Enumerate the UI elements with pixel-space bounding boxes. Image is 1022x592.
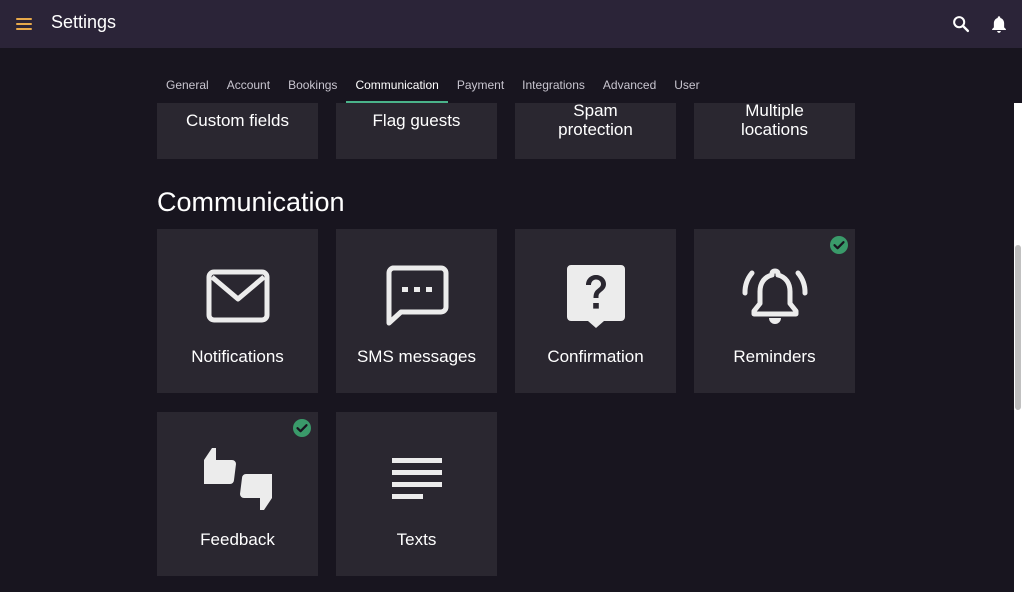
top-app-bar: Settings: [0, 0, 1022, 48]
card-label: Feedback: [200, 530, 275, 549]
custom-fields-card[interactable]: Custom fields: [157, 103, 318, 159]
search-icon[interactable]: [950, 13, 972, 35]
tab-account[interactable]: Account: [218, 70, 279, 103]
confirmation-card[interactable]: Confirmation: [515, 229, 676, 393]
flag-guests-card[interactable]: Flag guests: [336, 103, 497, 159]
settings-content: Custom fields Flag guests Spam protectio…: [0, 103, 1014, 592]
notifications-card[interactable]: Notifications: [157, 229, 318, 393]
reminders-card[interactable]: Reminders: [694, 229, 855, 393]
settings-tabs: General Account Bookings Communication P…: [157, 70, 709, 103]
card-label: SMS messages: [356, 347, 477, 366]
check-circle-icon: [830, 236, 848, 254]
check-circle-icon: [293, 419, 311, 437]
tab-payment[interactable]: Payment: [448, 70, 513, 103]
alarm-bell-icon: [742, 268, 807, 324]
tab-user[interactable]: User: [665, 70, 708, 103]
tab-integrations[interactable]: Integrations: [513, 70, 594, 103]
spam-protection-card[interactable]: Spam protection: [515, 103, 676, 159]
card-label-line2: locations: [740, 120, 809, 139]
envelope-icon: [206, 269, 269, 323]
card-label-line2: protection: [558, 120, 633, 139]
texts-card[interactable]: Texts: [336, 412, 497, 576]
tab-general[interactable]: General: [157, 70, 218, 103]
multiple-locations-card[interactable]: Multiple locations: [694, 103, 855, 159]
section-title-communication: Communication: [157, 187, 345, 217]
vertical-scrollbar[interactable]: [1014, 103, 1022, 592]
notification-bell-icon[interactable]: [988, 13, 1010, 35]
card-label: Reminders: [733, 347, 816, 366]
message-icon: [386, 265, 448, 326]
card-label: Custom fields: [186, 111, 289, 130]
sms-messages-card[interactable]: SMS messages: [336, 229, 497, 393]
scrollbar-thumb[interactable]: [1015, 245, 1021, 410]
page-title: Settings: [51, 12, 117, 32]
text-lines-icon: [391, 458, 442, 499]
feedback-card[interactable]: Feedback: [157, 412, 318, 576]
tab-communication[interactable]: Communication: [346, 70, 449, 103]
card-label: Flag guests: [372, 111, 461, 130]
card-label: Texts: [396, 530, 437, 549]
thumbs-icon: [203, 448, 272, 510]
question-icon: [566, 265, 625, 328]
card-label-line1: Multiple: [745, 103, 804, 120]
card-label-line1: Spam: [573, 103, 618, 120]
tab-bookings[interactable]: Bookings: [279, 70, 346, 103]
tab-advanced[interactable]: Advanced: [594, 70, 665, 103]
card-label: Confirmation: [547, 347, 644, 366]
card-label: Notifications: [191, 347, 284, 366]
menu-icon[interactable]: [16, 14, 36, 34]
